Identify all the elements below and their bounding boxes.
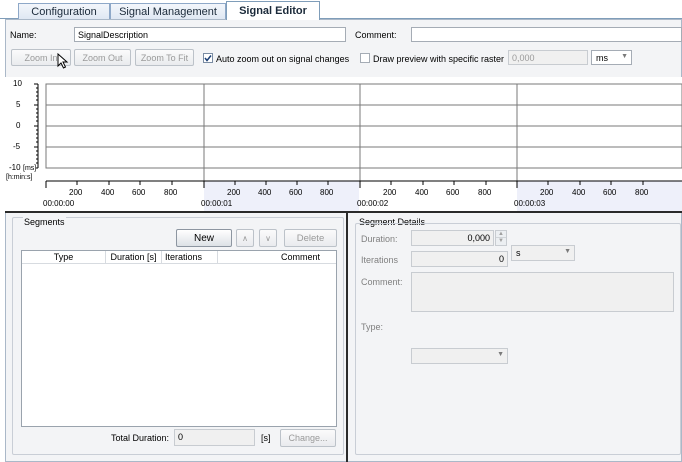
x-tick-label: 800 xyxy=(164,188,178,197)
x-tick-label: 800 xyxy=(478,188,492,197)
segments-table[interactable]: Type Duration [s] Iterations Comment xyxy=(21,250,337,427)
zoom-in-label: Zoom In xyxy=(24,52,58,63)
column-header-comment[interactable]: Comment xyxy=(218,251,336,263)
mouse-cursor-icon xyxy=(57,52,69,69)
x-tick-label: 200 xyxy=(383,188,397,197)
delete-segment-button[interactable]: Delete xyxy=(284,229,337,247)
raster-input[interactable]: 0,000 xyxy=(508,50,588,65)
x-tick-label: 800 xyxy=(320,188,334,197)
x-tick-label: 200 xyxy=(540,188,554,197)
x-major-tick-label: 00:00:00 xyxy=(43,199,75,208)
draw-preview-label: Draw preview with specific raster xyxy=(373,54,505,64)
tab-signal-editor-label: Signal Editor xyxy=(239,5,307,17)
zoom-out-button[interactable]: Zoom Out xyxy=(74,49,131,66)
x-major-tick-label: 00:00:03 xyxy=(514,199,546,208)
duration-spinner[interactable]: ▲ ▼ xyxy=(495,230,507,246)
tab-configuration[interactable]: Configuration xyxy=(18,3,110,19)
total-duration-input[interactable]: 0 xyxy=(174,429,255,446)
zoom-to-fit-button[interactable]: Zoom To Fit xyxy=(135,49,194,66)
tab-configuration-label: Configuration xyxy=(31,5,97,18)
y-tick-label: -5 xyxy=(13,142,21,151)
x-tick-label: 400 xyxy=(415,188,429,197)
draw-preview-checkbox[interactable] xyxy=(360,53,370,63)
comment-input[interactable] xyxy=(411,27,682,42)
tab-signal-management[interactable]: Signal Management xyxy=(110,3,226,19)
x-tick-label: 800 xyxy=(635,188,649,197)
comment-detail-label: Comment: xyxy=(361,277,403,287)
raster-unit-value: ms xyxy=(596,53,608,63)
y-tick-label: 0 xyxy=(16,121,21,130)
chevron-down-icon: ▼ xyxy=(564,248,571,255)
total-duration-unit: [s] xyxy=(261,433,271,443)
comment-detail-input[interactable] xyxy=(411,272,674,312)
y-tick-label: -10 xyxy=(9,163,21,172)
column-header-type[interactable]: Type xyxy=(22,251,106,263)
name-label: Name: xyxy=(10,30,37,40)
zoom-out-label: Zoom Out xyxy=(82,52,123,63)
total-duration-label: Total Duration: xyxy=(111,433,170,443)
duration-unit-select[interactable]: s ▼ xyxy=(511,245,575,261)
duration-input[interactable]: 0,000 xyxy=(411,230,494,246)
new-segment-label: New xyxy=(193,232,214,244)
spin-up-icon[interactable]: ▲ xyxy=(496,231,506,238)
signal-chart[interactable]: 10 5 0 -5 -10 [ms] [h:min:s] 200 400 600… xyxy=(5,77,682,211)
spin-down-icon[interactable]: ▼ xyxy=(496,238,506,245)
move-up-button[interactable]: ∧ xyxy=(236,229,254,247)
delete-segment-label: Delete xyxy=(296,232,325,244)
horizontal-splitter[interactable] xyxy=(5,211,682,213)
x-tick-label: 200 xyxy=(69,188,83,197)
new-segment-button[interactable]: New xyxy=(176,229,232,247)
chevron-down-icon: ▼ xyxy=(497,351,504,358)
x-tick-label: 600 xyxy=(132,188,146,197)
type-select[interactable]: ▼ xyxy=(411,348,508,364)
x-tick-label: 400 xyxy=(572,188,586,197)
x-tick-label: 200 xyxy=(227,188,241,197)
change-label: Change... xyxy=(288,433,328,443)
y-tick-label: 5 xyxy=(16,100,21,109)
column-header-iterations[interactable]: Iterations xyxy=(162,251,218,263)
chevron-up-icon: ∧ xyxy=(242,233,248,243)
comment-label: Comment: xyxy=(355,30,397,40)
y-tick-label: 10 xyxy=(13,79,22,88)
x-tick-label: 600 xyxy=(603,188,617,197)
vertical-splitter[interactable] xyxy=(346,213,348,462)
segments-table-header: Type Duration [s] Iterations Comment xyxy=(22,251,336,264)
change-button[interactable]: Change... xyxy=(280,429,336,447)
x-tick-label: 600 xyxy=(289,188,303,197)
duration-unit-value: s xyxy=(516,248,521,258)
checkmark-icon xyxy=(204,55,212,62)
chevron-down-icon: ∨ xyxy=(265,233,271,243)
zoom-to-fit-label: Zoom To Fit xyxy=(140,52,189,63)
iterations-label: Iterations xyxy=(361,255,399,265)
x-tick-label: 400 xyxy=(101,188,115,197)
x-major-tick-label: 00:00:02 xyxy=(357,199,389,208)
name-input[interactable]: SignalDescription xyxy=(74,27,346,42)
auto-zoom-checkbox[interactable] xyxy=(203,53,213,63)
x-tick-label: 600 xyxy=(446,188,460,197)
x-axis-unit: [h:min:s] xyxy=(6,174,33,181)
move-down-button[interactable]: ∨ xyxy=(259,229,277,247)
raster-unit-select[interactable]: ms ▼ xyxy=(591,50,632,65)
tab-signal-management-label: Signal Management xyxy=(119,5,217,18)
tab-signal-editor[interactable]: Signal Editor xyxy=(226,1,320,20)
x-tick-label: 400 xyxy=(258,188,272,197)
y-axis-unit: [ms] xyxy=(23,165,37,172)
iterations-input[interactable]: 0 xyxy=(411,251,508,267)
column-header-duration[interactable]: Duration [s] xyxy=(106,251,162,263)
duration-label: Duration: xyxy=(361,234,398,244)
auto-zoom-label: Auto zoom out on signal changes xyxy=(216,54,350,64)
x-major-tick-label: 00:00:01 xyxy=(201,199,233,208)
type-label: Type: xyxy=(361,322,384,332)
segments-title: Segments xyxy=(23,217,66,227)
chevron-down-icon: ▼ xyxy=(621,53,628,60)
